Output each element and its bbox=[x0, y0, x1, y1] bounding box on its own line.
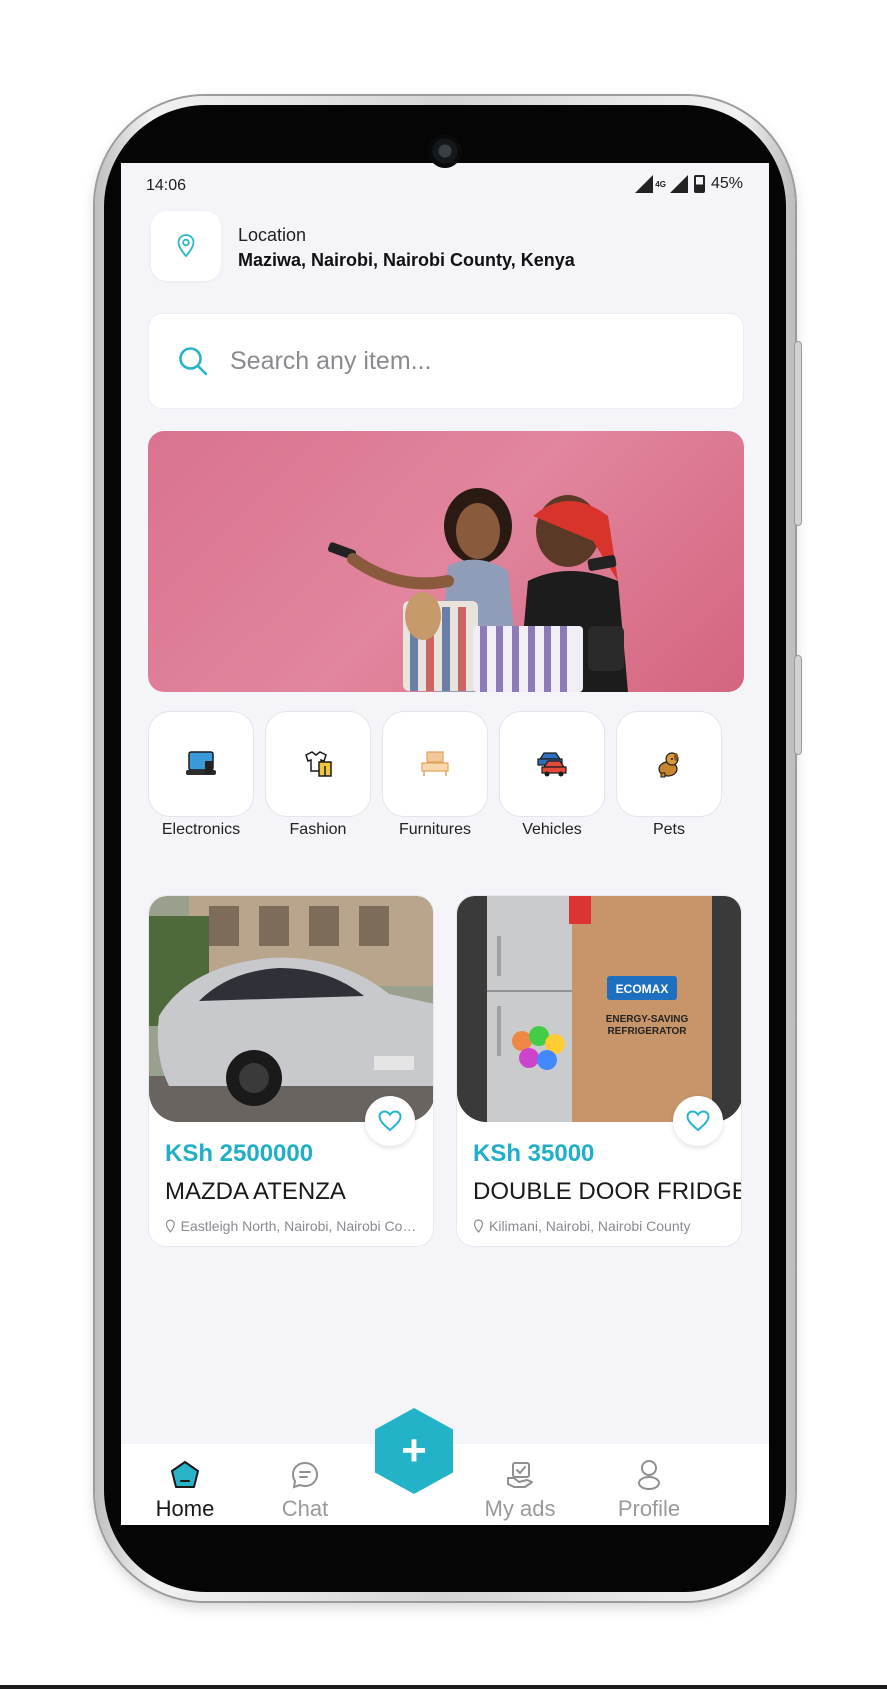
category-electronics[interactable]: Electronics bbox=[148, 711, 254, 839]
heart-icon bbox=[686, 1110, 710, 1132]
heart-icon bbox=[378, 1110, 402, 1132]
signal-icon bbox=[635, 175, 654, 193]
page-bottom-divider bbox=[0, 1685, 887, 1689]
volume-button bbox=[794, 341, 802, 526]
status-time: 14:06 bbox=[146, 177, 187, 194]
listing-card[interactable]: KSh 2500000 MAZDA ATENZA Eastleigh North… bbox=[148, 895, 434, 1247]
category-label: Furnitures bbox=[398, 821, 472, 838]
category-label: Pets bbox=[652, 821, 685, 838]
category-label: Electronics bbox=[161, 821, 241, 838]
nav-my-ads[interactable]: My ads bbox=[470, 1458, 570, 1522]
location-button[interactable] bbox=[151, 211, 221, 281]
profile-icon bbox=[638, 1460, 660, 1490]
map-pin-icon bbox=[165, 1219, 175, 1233]
shopping-women-banner-image bbox=[327, 488, 628, 692]
category-label: Fashion bbox=[289, 821, 347, 838]
category-box[interactable] bbox=[616, 711, 722, 817]
category-box[interactable] bbox=[382, 711, 488, 817]
map-pin-icon bbox=[177, 234, 195, 258]
map-pin-icon bbox=[473, 1219, 484, 1233]
nav-chat-label: Chat bbox=[281, 1496, 329, 1521]
listing-card[interactable]: ECOMAX ENERGY-SAVING REFRIGERATOR KSh 35… bbox=[456, 895, 742, 1247]
plus-icon: + bbox=[401, 1426, 427, 1475]
listing-photo-car bbox=[149, 896, 433, 1122]
listing-location-text: Kilimani, Nairobi, Nairobi County bbox=[489, 1218, 691, 1234]
category-box[interactable] bbox=[265, 711, 371, 817]
clothes-icon bbox=[305, 751, 332, 777]
cars-icon bbox=[537, 752, 567, 777]
listing-location: Eastleigh North, Nairobi, Nairobi County bbox=[165, 1218, 421, 1234]
category-box[interactable] bbox=[148, 711, 254, 817]
furniture-icon bbox=[421, 751, 449, 776]
listing-price: KSh 35000 bbox=[473, 1140, 595, 1167]
category-fashion[interactable]: Fashion bbox=[265, 711, 371, 839]
battery-percent: 45% bbox=[710, 175, 743, 192]
search-bar[interactable] bbox=[148, 313, 744, 409]
fridge-label-line1: ENERGY-SAVING bbox=[606, 1014, 689, 1025]
category-vehicles[interactable]: Vehicles bbox=[499, 711, 605, 839]
battery-icon bbox=[693, 175, 705, 193]
fridge-label-line2: REFRIGERATOR bbox=[607, 1026, 687, 1037]
nav-profile-label: Profile bbox=[617, 1496, 681, 1521]
laptop-icon bbox=[186, 751, 216, 775]
front-camera bbox=[428, 134, 462, 168]
nav-profile[interactable]: Profile bbox=[599, 1458, 699, 1522]
fridge-brand-text: ECOMAX bbox=[616, 982, 669, 996]
status-bar: 14:06 4G 45% bbox=[121, 163, 769, 203]
listing-title: MAZDA ATENZA bbox=[165, 1178, 346, 1205]
nav-home-label: Home bbox=[155, 1496, 215, 1521]
category-furnitures[interactable]: Furnitures bbox=[382, 711, 488, 839]
home-icon bbox=[171, 1461, 199, 1488]
category-label: Vehicles bbox=[522, 821, 582, 838]
category-list: Electronics Fashion Furnitures Vehicles … bbox=[148, 711, 769, 841]
listing-location: Kilimani, Nairobi, Nairobi County bbox=[473, 1218, 729, 1234]
nav-home[interactable]: Home bbox=[135, 1458, 235, 1522]
network-type: 4G bbox=[655, 179, 666, 189]
signal-icon-2 bbox=[669, 175, 688, 193]
favorite-button[interactable] bbox=[365, 1096, 415, 1146]
nav-my-ads-label: My ads bbox=[484, 1496, 556, 1521]
power-button bbox=[794, 655, 802, 755]
chat-icon bbox=[291, 1461, 319, 1489]
listing-photo-fridge: ECOMAX ENERGY-SAVING REFRIGERATOR bbox=[457, 896, 741, 1122]
category-pets[interactable]: Pets bbox=[616, 711, 722, 839]
listing-price: KSh 2500000 bbox=[165, 1140, 314, 1167]
promo-banner[interactable] bbox=[148, 431, 744, 692]
search-icon bbox=[176, 344, 210, 378]
location-label: Location bbox=[238, 225, 307, 245]
favorite-button[interactable] bbox=[673, 1096, 723, 1146]
my-ads-icon bbox=[507, 1462, 533, 1488]
dog-icon bbox=[658, 752, 679, 778]
category-box[interactable] bbox=[499, 711, 605, 817]
listing-title: DOUBLE DOOR FRIDGE bbox=[473, 1178, 742, 1205]
search-input[interactable] bbox=[230, 346, 710, 376]
status-indicators: 4G 45% bbox=[635, 175, 743, 193]
listing-location-text: Eastleigh North, Nairobi, Nairobi County bbox=[180, 1218, 421, 1234]
app-screen: 14:06 4G 45% Location Maziwa, Nairobi, N… bbox=[121, 163, 769, 1525]
nav-chat[interactable]: Chat bbox=[255, 1458, 355, 1522]
location-value[interactable]: Maziwa, Nairobi, Nairobi County, Kenya bbox=[238, 250, 575, 271]
